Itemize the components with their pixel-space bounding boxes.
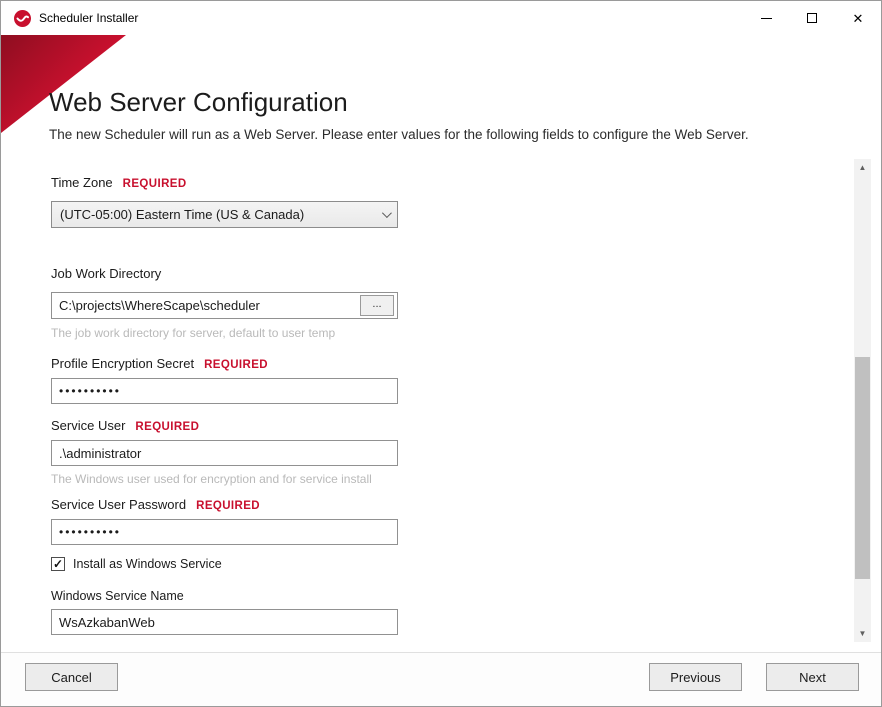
install-service-row: ✓ Install as Windows Service bbox=[51, 557, 222, 571]
footer-bar: Cancel Previous Next bbox=[1, 653, 881, 706]
installer-window: Scheduler Installer ✕ Web Server Configu… bbox=[0, 0, 882, 707]
cancel-button[interactable]: Cancel bbox=[25, 663, 118, 691]
title-bar: Scheduler Installer ✕ bbox=[1, 1, 881, 35]
service-password-label-row: Service User Password REQUIRED bbox=[51, 497, 260, 512]
install-service-label: Install as Windows Service bbox=[73, 557, 222, 571]
close-button[interactable]: ✕ bbox=[835, 1, 881, 35]
time-zone-selected-value: (UTC-05:00) Eastern Time (US & Canada) bbox=[60, 207, 382, 222]
browse-button[interactable]: ... bbox=[360, 295, 394, 316]
previous-button[interactable]: Previous bbox=[649, 663, 742, 691]
service-user-help: The Windows user used for encryption and… bbox=[51, 472, 372, 486]
service-user-label: Service User bbox=[51, 418, 125, 433]
service-user-label-row: Service User REQUIRED bbox=[51, 418, 199, 433]
time-zone-required-badge: REQUIRED bbox=[123, 178, 187, 190]
maximize-icon bbox=[807, 13, 817, 23]
job-work-directory-label: Job Work Directory bbox=[51, 266, 161, 281]
scrollbar-thumb[interactable] bbox=[855, 357, 870, 579]
time-zone-label: Time Zone bbox=[51, 175, 113, 190]
chevron-down-icon bbox=[382, 208, 392, 218]
time-zone-dropdown[interactable]: (UTC-05:00) Eastern Time (US & Canada) bbox=[51, 201, 398, 228]
service-user-required-badge: REQUIRED bbox=[135, 421, 199, 433]
corner-accent-triangle bbox=[1, 35, 126, 133]
time-zone-label-row: Time Zone REQUIRED bbox=[51, 175, 187, 190]
window-title: Scheduler Installer bbox=[39, 11, 743, 25]
profile-secret-label: Profile Encryption Secret bbox=[51, 356, 194, 371]
service-name-label-row: Windows Service Name bbox=[51, 589, 184, 603]
close-icon: ✕ bbox=[853, 12, 864, 25]
profile-secret-label-row: Profile Encryption Secret REQUIRED bbox=[51, 356, 268, 371]
app-logo-icon bbox=[14, 10, 31, 27]
job-work-directory-input[interactable] bbox=[52, 293, 397, 318]
page-title: Web Server Configuration bbox=[49, 87, 348, 118]
service-name-label: Windows Service Name bbox=[51, 589, 184, 603]
service-name-input[interactable] bbox=[51, 609, 398, 635]
job-work-directory-help: The job work directory for server, defau… bbox=[51, 326, 335, 340]
service-password-input[interactable] bbox=[51, 519, 398, 545]
vertical-scrollbar[interactable]: ▲ ▼ bbox=[854, 159, 871, 642]
scroll-down-icon[interactable]: ▼ bbox=[854, 625, 871, 642]
minimize-icon bbox=[761, 18, 772, 19]
profile-secret-required-badge: REQUIRED bbox=[204, 359, 268, 371]
next-button[interactable]: Next bbox=[766, 663, 859, 691]
job-work-directory-label-row: Job Work Directory bbox=[51, 266, 161, 281]
maximize-button[interactable] bbox=[789, 1, 835, 35]
job-work-directory-field: ... bbox=[51, 292, 398, 319]
minimize-button[interactable] bbox=[743, 1, 789, 35]
page-subtitle: The new Scheduler will run as a Web Serv… bbox=[49, 127, 849, 142]
install-service-checkbox[interactable]: ✓ bbox=[51, 557, 65, 571]
service-password-required-badge: REQUIRED bbox=[196, 500, 260, 512]
profile-secret-input[interactable] bbox=[51, 378, 398, 404]
scroll-up-icon[interactable]: ▲ bbox=[854, 159, 871, 176]
service-user-input[interactable] bbox=[51, 440, 398, 466]
service-password-label: Service User Password bbox=[51, 497, 186, 512]
